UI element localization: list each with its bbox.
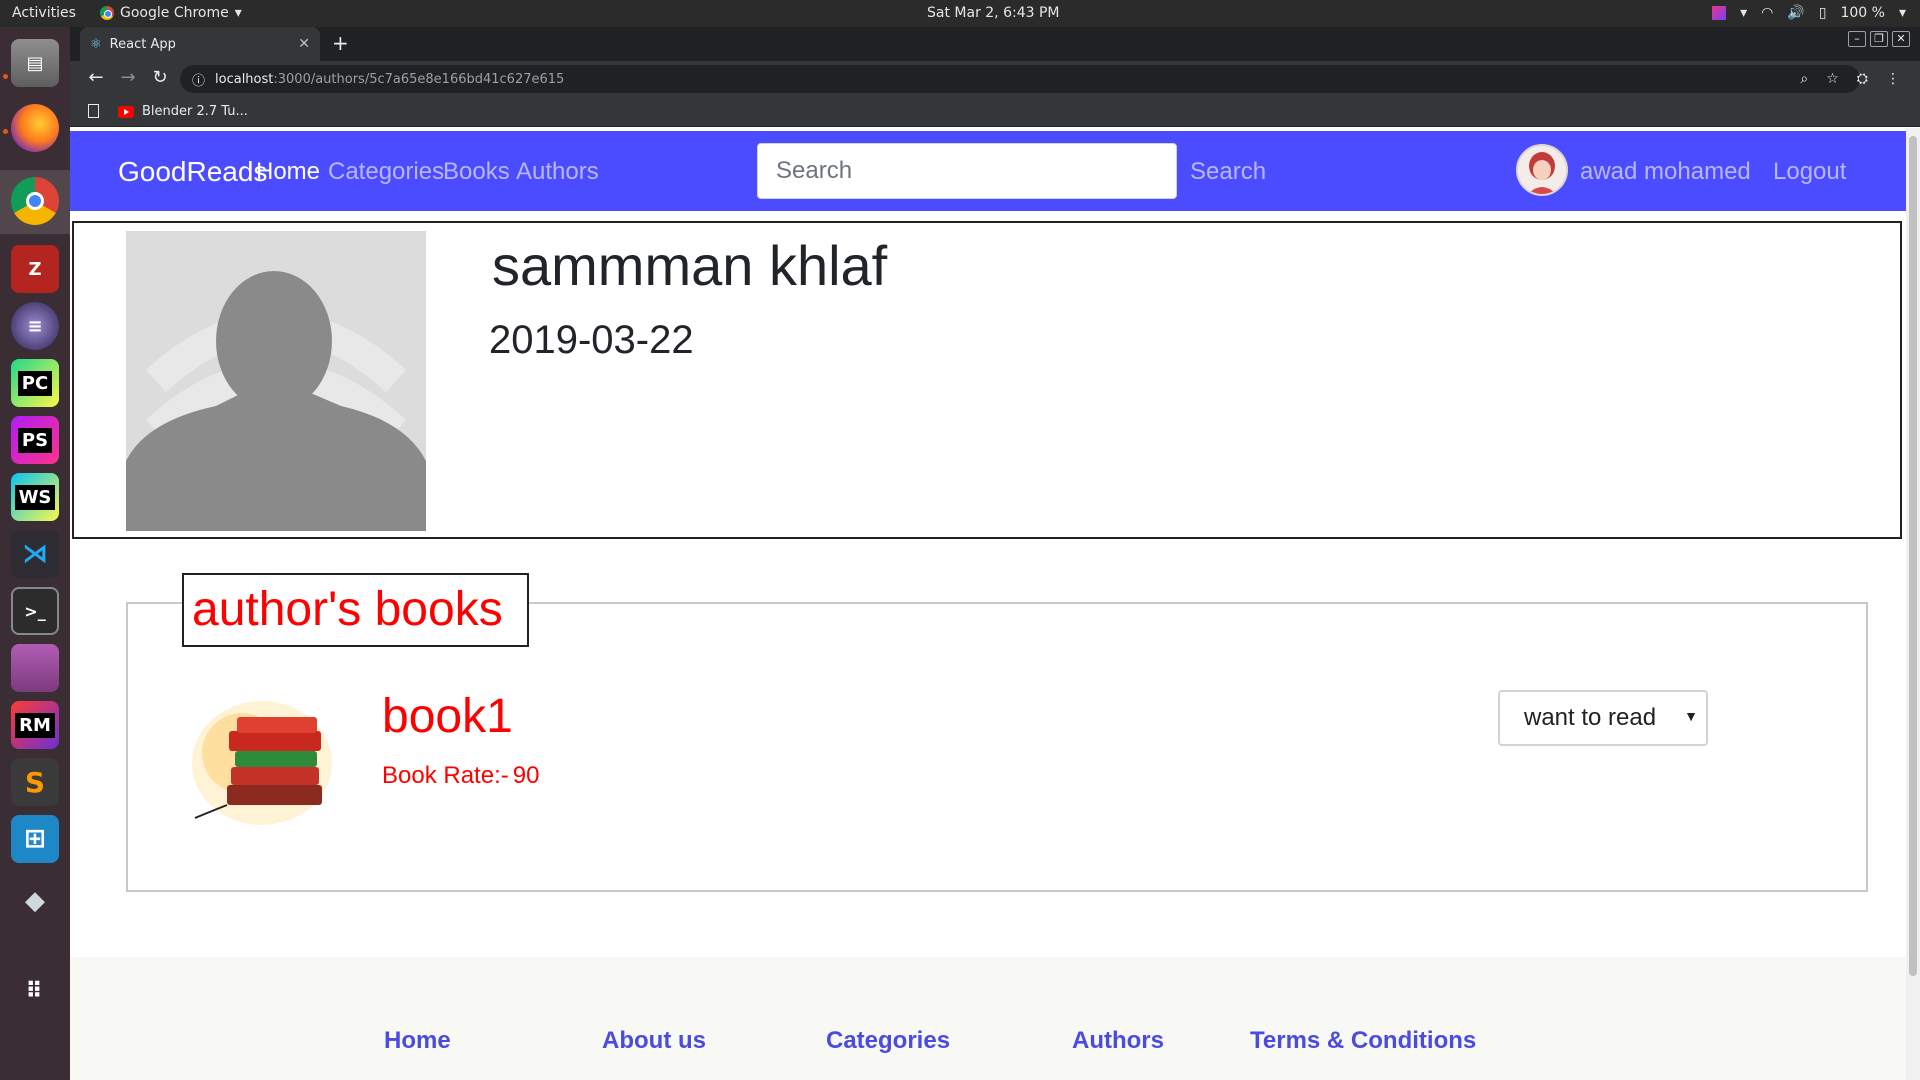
- eclipse-icon[interactable]: ≡: [11, 302, 59, 350]
- browser-toolbar: ← → ↻ ⓘ localhost:3000/authors/5c7a65e8e…: [70, 61, 1920, 97]
- nav-books[interactable]: Books: [443, 158, 510, 186]
- author-profile: sammman khlaf 2019-03-22: [72, 221, 1902, 539]
- author-date: 2019-03-22: [489, 318, 694, 362]
- site-footer: Home About us Categories Authors Terms &…: [70, 957, 1906, 1080]
- running-indicator: [3, 129, 8, 134]
- restore-button[interactable]: ❐: [1870, 31, 1888, 47]
- webstorm-icon[interactable]: WS: [11, 473, 59, 521]
- address-bar[interactable]: ⓘ localhost:3000/authors/5c7a65e8e166bd4…: [180, 65, 1860, 93]
- footer-authors[interactable]: Authors: [1072, 1027, 1164, 1055]
- reload-icon[interactable]: ↻: [148, 67, 172, 88]
- zoom-icon[interactable]: ⌕: [1800, 71, 1808, 87]
- bookmark-blender[interactable]: Blender 2.7 Tu...: [118, 104, 248, 119]
- user-avatar-icon: [1518, 146, 1566, 194]
- url-path: :3000/authors/5c7a65e8e166bd41c627e615: [273, 71, 565, 87]
- forward-icon[interactable]: →: [116, 67, 140, 88]
- app-menu[interactable]: Google Chrome ▾: [100, 5, 242, 21]
- bookmark-label: Blender 2.7 Tu...: [142, 104, 248, 119]
- book-rate-value: 90: [512, 762, 540, 789]
- system-tray[interactable]: ▾ ◠ 🔊 ▯ 100 % ▾: [1712, 5, 1906, 21]
- avatar[interactable]: [1516, 144, 1568, 196]
- sublime-icon[interactable]: S: [11, 758, 59, 806]
- url-host: localhost: [215, 71, 274, 87]
- activities-button[interactable]: Activities: [12, 5, 76, 21]
- window-icon[interactable]: [11, 644, 59, 692]
- terminal-icon[interactable]: >_: [11, 587, 59, 635]
- footer-categories[interactable]: Categories: [826, 1027, 950, 1055]
- nav-authors[interactable]: Authors: [516, 158, 599, 186]
- person-placeholder-icon: [126, 231, 426, 531]
- battery-icon[interactable]: ▯: [1819, 5, 1827, 21]
- nav-categories[interactable]: Categories: [328, 158, 444, 186]
- tray-app-icon[interactable]: [1712, 6, 1727, 20]
- pycharm-icon[interactable]: PC: [11, 359, 59, 407]
- nav-home[interactable]: Home: [256, 158, 320, 186]
- books-stack-icon: [192, 701, 332, 825]
- chrome-icon[interactable]: [11, 177, 59, 225]
- bookmarks-bar: Blender 2.7 Tu...: [70, 97, 1920, 127]
- running-indicator: [3, 74, 8, 79]
- chrome-icon: [100, 6, 114, 20]
- filezilla-icon[interactable]: Z: [11, 245, 59, 293]
- footer-about[interactable]: About us: [602, 1027, 706, 1055]
- author-photo: [126, 231, 426, 531]
- minimize-button[interactable]: –: [1848, 31, 1866, 47]
- page-icon[interactable]: [88, 104, 99, 118]
- search-button[interactable]: Search: [1190, 158, 1266, 186]
- battery-level: 100 %: [1840, 5, 1885, 21]
- vscode-icon[interactable]: ⋊: [11, 530, 59, 578]
- section-title: author's books: [182, 573, 529, 647]
- book-title[interactable]: book1: [382, 689, 513, 744]
- page-viewport: GoodReads Home Categories Books Authors …: [70, 128, 1906, 1080]
- chevron-down-icon[interactable]: ▾: [1899, 5, 1906, 21]
- footer-terms[interactable]: Terms & Conditions: [1250, 1027, 1476, 1055]
- volume-icon[interactable]: 🔊: [1787, 5, 1804, 21]
- firefox-icon[interactable]: [11, 104, 59, 152]
- bookmark-star-icon[interactable]: ☆: [1826, 71, 1839, 87]
- user-name[interactable]: awad mohamed: [1580, 158, 1751, 186]
- scrollbar-thumb[interactable]: [1909, 136, 1917, 976]
- menu-icon[interactable]: ⋮: [1886, 71, 1900, 87]
- tab-strip: ⚛ React App ✕ + – ❐ ✕: [70, 27, 1920, 61]
- extension-icon[interactable]: ⛭: [1857, 71, 1868, 87]
- author-name: sammman khlaf: [492, 234, 888, 297]
- new-tab-button[interactable]: +: [332, 33, 349, 53]
- toolbar-actions: ⌕ ☆ ⛭ ⋮: [1800, 71, 1900, 87]
- files-icon[interactable]: ▤: [11, 39, 59, 87]
- youtube-icon: [118, 105, 134, 118]
- site-navbar: GoodReads Home Categories Books Authors …: [70, 131, 1906, 211]
- clock[interactable]: Sat Mar 2, 6:43 PM: [927, 5, 1060, 21]
- disk-icon[interactable]: ◆: [11, 877, 59, 925]
- footer-home[interactable]: Home: [384, 1027, 451, 1055]
- robomongo-icon[interactable]: RM: [11, 701, 59, 749]
- chevron-down-icon[interactable]: ▾: [1740, 5, 1747, 21]
- brand-logo[interactable]: GoodReads: [118, 156, 267, 188]
- close-window-button[interactable]: ✕: [1892, 31, 1910, 47]
- book-cover[interactable]: [187, 693, 337, 833]
- screenshot-icon[interactable]: ⊞: [11, 815, 59, 863]
- page-scrollbar[interactable]: [1906, 128, 1920, 1080]
- shelf-status-select[interactable]: want to read ▼: [1498, 690, 1708, 746]
- dock: ▤ Z ≡ PC PS WS ⋊ >_ RM S ⊞ ◆ ⠿: [0, 27, 70, 1080]
- shelf-status-value: want to read: [1524, 704, 1657, 731]
- chevron-down-icon: ▾: [234, 5, 242, 21]
- logout-link[interactable]: Logout: [1773, 158, 1846, 186]
- app-grid-icon[interactable]: ⠿: [11, 967, 59, 1015]
- book-rate-label: Book Rate:-: [382, 762, 509, 789]
- search-input[interactable]: [757, 143, 1177, 199]
- tab-title: React App: [109, 36, 176, 52]
- phpstorm-icon[interactable]: PS: [11, 416, 59, 464]
- react-icon: ⚛: [90, 36, 102, 52]
- close-icon[interactable]: ✕: [298, 36, 310, 52]
- back-icon[interactable]: ←: [84, 67, 108, 88]
- book-rate: Book Rate:- 90: [382, 762, 539, 790]
- window-controls: – ❐ ✕: [1848, 31, 1910, 47]
- wifi-icon[interactable]: ◠: [1761, 5, 1773, 21]
- app-menu-label: Google Chrome: [120, 5, 229, 21]
- tab-react-app[interactable]: ⚛ React App ✕: [80, 27, 320, 61]
- info-icon[interactable]: ⓘ: [192, 70, 205, 89]
- system-top-bar: Activities Google Chrome ▾ Sat Mar 2, 6:…: [0, 0, 1920, 27]
- dropdown-arrow-icon: ▼: [1684, 708, 1698, 724]
